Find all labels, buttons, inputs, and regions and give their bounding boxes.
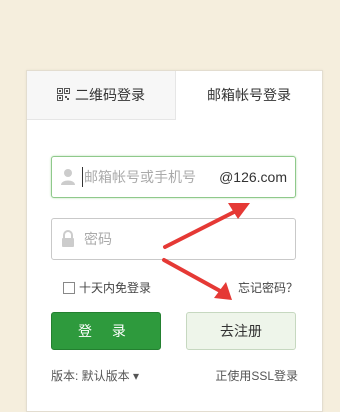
version-selector[interactable]: 版本: 默认版本 ▾ [51,368,139,384]
domain-suffix: @126.com [219,169,287,185]
remember-checkbox[interactable] [63,282,75,294]
tab-mail-label: 邮箱帐号登录 [207,87,291,103]
login-panel: 二维码登录 邮箱帐号登录 邮箱帐号或手机号 @126.com 密码 十天内免登录… [26,70,323,412]
password-placeholder: 密码 [84,231,112,247]
login-tabs: 二维码登录 邮箱帐号登录 [27,71,322,120]
tab-qr-login[interactable]: 二维码登录 [27,71,176,120]
text-caret [82,167,83,187]
lock-icon [62,230,74,247]
remember-me[interactable]: 十天内免登录 [63,280,151,296]
remember-label: 十天内免登录 [79,281,152,295]
tab-qr-label: 二维码登录 [75,87,145,103]
username-field[interactable]: 邮箱帐号或手机号 @126.com [51,156,296,198]
user-icon [61,169,75,185]
register-button[interactable]: 去注册 [186,312,296,350]
tab-mail-login[interactable]: 邮箱帐号登录 [176,71,322,119]
username-placeholder: 邮箱帐号或手机号 [84,169,196,185]
qr-code-icon [57,88,70,102]
forgot-password-link[interactable]: 忘记密码？ [238,280,298,296]
password-field[interactable]: 密码 [51,218,296,260]
ssl-status[interactable]: 正使用SSL登录 [215,368,298,384]
login-button[interactable]: 登 录 [51,312,161,350]
